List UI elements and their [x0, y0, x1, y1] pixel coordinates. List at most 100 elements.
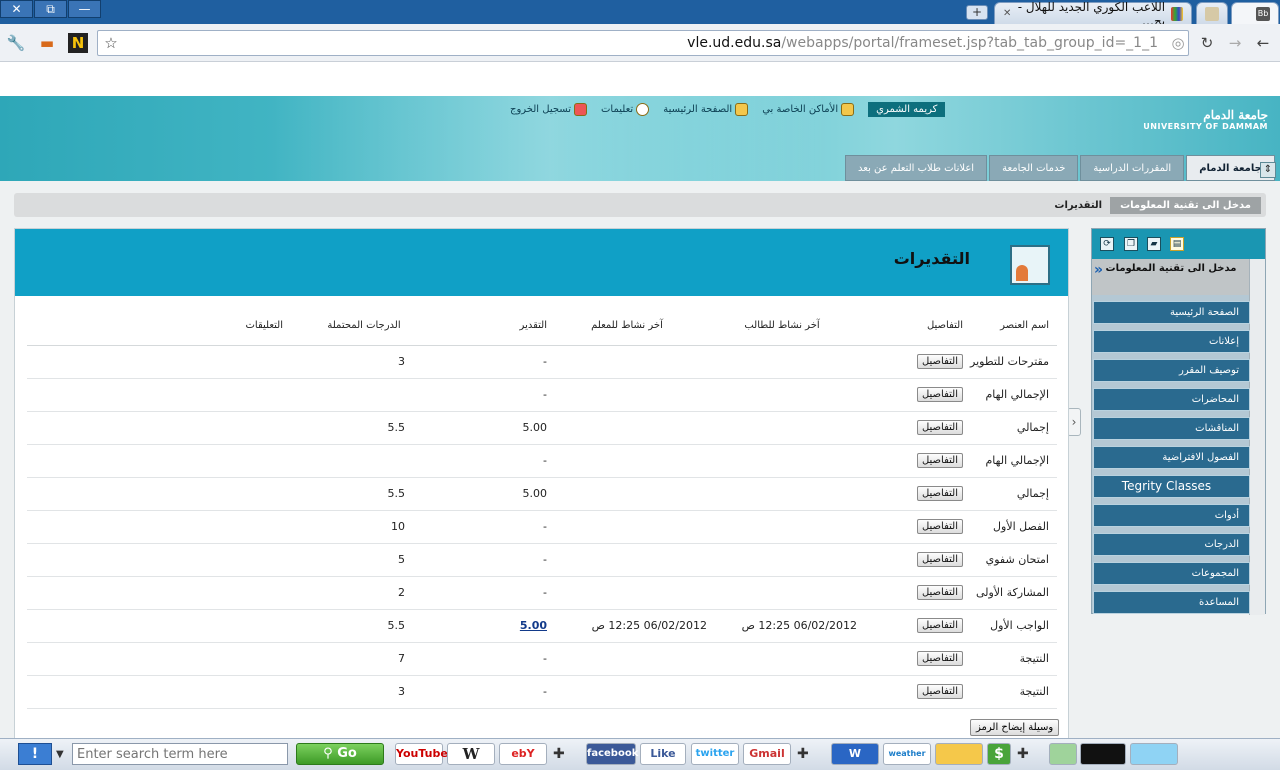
- university-logo[interactable]: جامعة الدمام UNIVERSITY OF DAMMAM: [1143, 108, 1268, 131]
- grade-link[interactable]: 5.00: [520, 619, 547, 632]
- details-button[interactable]: التفاصيل: [916, 519, 963, 534]
- cards-button[interactable]: [1080, 743, 1126, 765]
- weather-button[interactable]: weather: [883, 743, 931, 765]
- details-button[interactable]: التفاصيل: [916, 354, 963, 369]
- add-app-icon[interactable]: ✚: [553, 747, 565, 761]
- briefcase-icon[interactable]: ▬: [37, 33, 57, 53]
- youtube-button[interactable]: YouTube: [395, 743, 448, 765]
- add-app-icon[interactable]: ✚: [797, 747, 809, 761]
- col-student-activity: آخر نشاط للطالب: [707, 307, 857, 346]
- icon-legend-button[interactable]: وسيلة إيضاح الرمز: [970, 719, 1060, 736]
- instructor-activity: 06/02/2012 12:25 ص: [547, 609, 707, 643]
- search-toolbar: ! ▼ ⚲ Go YouTube W ebY ✚ facebook Like t…: [0, 738, 1280, 770]
- twitter-button[interactable]: twitter: [691, 743, 739, 765]
- ebay-button[interactable]: ebY: [499, 743, 547, 765]
- user-name: كريمه الشمري: [868, 102, 946, 117]
- tab-courses[interactable]: المقررات الدراسية: [1080, 155, 1185, 181]
- menu-item-lectures[interactable]: المحاضرات: [1093, 388, 1250, 411]
- reload-icon[interactable]: ↻: [1197, 33, 1217, 53]
- bookmark-star-icon[interactable]: ☆: [101, 33, 121, 53]
- details-button[interactable]: التفاصيل: [916, 387, 963, 402]
- details-button[interactable]: التفاصيل: [916, 486, 963, 501]
- instructor-activity: [547, 576, 707, 610]
- restore-window-button[interactable]: ⧉: [34, 0, 67, 18]
- gradebook-icon: [1010, 245, 1050, 285]
- comments-cell: [27, 675, 323, 709]
- toolbar-search-input[interactable]: [72, 743, 288, 765]
- item-name: مقترحات للتطوير: [969, 345, 1057, 379]
- facebook-button[interactable]: facebook: [586, 743, 638, 765]
- tab-manage-icon[interactable]: ⇕: [1260, 162, 1276, 178]
- search-icon: ⚲: [323, 746, 338, 761]
- menu-item-announcements[interactable]: إعلانات: [1093, 330, 1250, 353]
- gmail-button[interactable]: Gmail: [743, 743, 791, 765]
- details-button[interactable]: التفاصيل: [916, 420, 963, 435]
- game-button[interactable]: [1049, 743, 1077, 765]
- wrench-icon[interactable]: 🔧: [6, 33, 26, 53]
- details-button[interactable]: التفاصيل: [916, 618, 963, 633]
- new-window-icon[interactable]: ❐: [1124, 237, 1138, 251]
- tv-guide-button[interactable]: [935, 743, 983, 765]
- student-activity: [707, 675, 857, 709]
- home-link[interactable]: الصفحة الرئيسية: [663, 103, 749, 116]
- menu-item-home[interactable]: الصفحة الرئيسية: [1093, 301, 1250, 324]
- chevron-down-icon[interactable]: ▼: [56, 749, 64, 760]
- extension-icon[interactable]: N: [68, 33, 88, 53]
- menu-item-syllabus[interactable]: توصيف المقرر: [1093, 359, 1250, 382]
- breadcrumb-course[interactable]: مدخل الى تقنية المعلومات: [1110, 196, 1261, 214]
- sunny-button[interactable]: [1130, 743, 1178, 765]
- menu-item-virtual-classes[interactable]: الفصول الافتراضية: [1093, 446, 1250, 469]
- address-bar[interactable]: vle.ud.edu.sa/webapps/portal/frameset.js…: [97, 30, 1189, 56]
- page-info-icon[interactable]: ◎: [1168, 33, 1188, 53]
- details-button[interactable]: التفاصيل: [916, 651, 963, 666]
- minimize-window-button[interactable]: —: [68, 0, 101, 18]
- menu-item-grades[interactable]: الدرجات: [1093, 533, 1250, 556]
- toolbar-go-button[interactable]: ⚲ Go: [296, 743, 384, 765]
- col-comments: التعليقات: [27, 307, 323, 346]
- points-possible: 5.5: [323, 477, 405, 511]
- logout-icon: [574, 103, 588, 116]
- student-activity: [707, 477, 857, 511]
- collapse-menu-handle[interactable]: ›: [1067, 408, 1081, 436]
- toolbar-help-button[interactable]: !: [18, 743, 52, 765]
- add-app-icon[interactable]: ✚: [1017, 747, 1029, 761]
- menu-item-discussions[interactable]: المناقشات: [1093, 417, 1250, 440]
- menu-item-help[interactable]: المساعدة: [1093, 591, 1250, 614]
- my-places-link[interactable]: الأماكن الخاصة بي: [762, 103, 855, 116]
- facebook-like-button[interactable]: Like: [640, 743, 686, 765]
- expand-menu-icon[interactable]: »: [1094, 262, 1110, 278]
- dollar-button[interactable]: $: [987, 743, 1011, 765]
- instructor-activity: [547, 444, 707, 478]
- logout-link[interactable]: تسجيل الخروج: [510, 103, 588, 116]
- back-icon[interactable]: ←: [1253, 33, 1273, 53]
- table-row: الواجب الأول التفاصيل 06/02/2012 12:25 ص 06…: [27, 609, 1057, 643]
- refresh-icon[interactable]: ⟳: [1100, 237, 1114, 251]
- details-button[interactable]: التفاصيل: [916, 453, 963, 468]
- browser-tab-active[interactable]: Bb: [1231, 2, 1279, 24]
- browser-tab-news[interactable]: اللاعب الكوري الجديد للهلال - بح… ✕: [994, 0, 1192, 28]
- window-controls: ✕ ⧉ —: [0, 0, 102, 18]
- close-window-button[interactable]: ✕: [0, 0, 33, 18]
- help-link[interactable]: تعليمات: [601, 103, 650, 116]
- menu-item-tegrity[interactable]: Tegrity Classes: [1093, 475, 1250, 498]
- wikipedia-button[interactable]: W: [447, 743, 495, 765]
- details-button[interactable]: التفاصيل: [916, 684, 963, 699]
- student-activity: 06/02/2012 12:25 ص: [707, 609, 857, 643]
- new-tab-button[interactable]: +: [966, 5, 988, 20]
- folder-view-icon[interactable]: ▰: [1147, 237, 1161, 251]
- forward-icon[interactable]: →: [1225, 33, 1245, 53]
- table-row: الإجمالي الهام التفاصيل -: [27, 378, 1057, 412]
- menu-item-groups[interactable]: المجموعات: [1093, 562, 1250, 585]
- course-menu-scrollbar[interactable]: [1249, 259, 1265, 615]
- close-tab-icon[interactable]: ✕: [1003, 8, 1011, 19]
- browser-tab-blank[interactable]: [1196, 2, 1228, 24]
- details-button[interactable]: التفاصيل: [916, 552, 963, 567]
- list-view-icon[interactable]: ▤: [1170, 237, 1184, 251]
- student-activity: [707, 444, 857, 478]
- menu-item-tools[interactable]: أدوات: [1093, 504, 1250, 527]
- tab-distance-learning-announcements[interactable]: اعلانات طلاب التعلم عن بعد: [845, 155, 988, 181]
- details-button[interactable]: التفاصيل: [916, 585, 963, 600]
- grade-cell: -: [405, 543, 547, 577]
- word-button[interactable]: W: [831, 743, 879, 765]
- tab-university-services[interactable]: خدمات الجامعة: [989, 155, 1079, 181]
